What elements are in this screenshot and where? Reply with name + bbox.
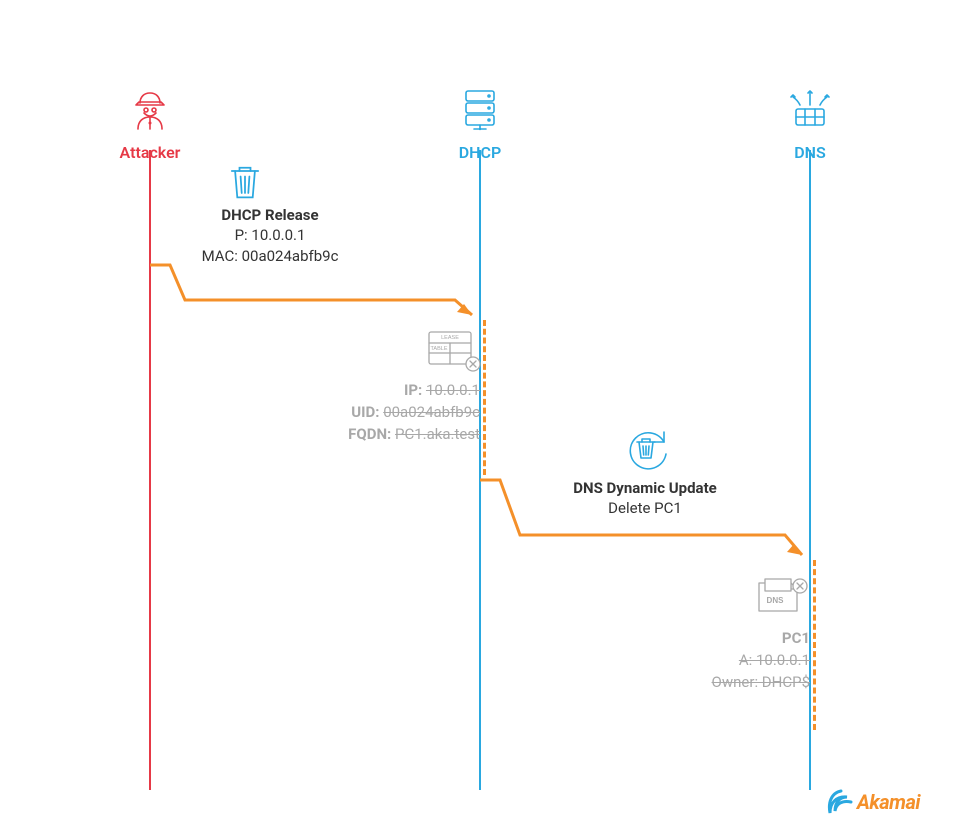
svg-text:LEASE: LEASE bbox=[441, 335, 459, 341]
dns-record-name: PC1 bbox=[650, 628, 810, 650]
server-icon bbox=[456, 85, 504, 133]
activation-dhcp bbox=[483, 320, 486, 475]
lease-ip: IP: 10.0.0.1 bbox=[290, 380, 480, 402]
akamai-wave-icon bbox=[827, 789, 855, 815]
arrow-dhcp-to-dns bbox=[480, 475, 820, 565]
lifeline-dhcp bbox=[479, 150, 481, 790]
msg-dhcp-release-title: DHCP Release bbox=[170, 205, 370, 225]
msg-dhcp-release: DHCP Release P: 10.0.0.1 MAC: 00a024abfb… bbox=[170, 205, 370, 266]
lease-fqdn: FQDN: PC1.aka.test bbox=[290, 424, 480, 446]
lease-table-block: IP: 10.0.0.1 UID: 00a024abfb9c FQDN: PC1… bbox=[290, 380, 480, 445]
arrow-attacker-to-dhcp bbox=[150, 260, 490, 320]
dns-icon bbox=[786, 85, 834, 133]
akamai-logo-text: Akamai bbox=[857, 790, 920, 814]
lifeline-attacker bbox=[149, 150, 151, 790]
attacker-icon bbox=[126, 85, 174, 133]
activation-dns bbox=[813, 560, 816, 730]
lease-uid: UID: 00a024abfb9c bbox=[290, 402, 480, 424]
svg-text:DNS: DNS bbox=[767, 596, 785, 605]
svg-text:TABLE: TABLE bbox=[430, 346, 447, 352]
trash-icon bbox=[223, 160, 267, 204]
dns-record-block: PC1 A: 10.0.0.1 Owner: DHCP$ bbox=[650, 628, 810, 693]
akamai-logo: Akamai bbox=[827, 789, 920, 815]
refresh-trash-icon bbox=[618, 420, 674, 476]
dns-record-icon: DNS bbox=[753, 575, 809, 619]
dns-record-owner: Owner: DHCP$ bbox=[650, 672, 810, 694]
msg-dhcp-release-ip: P: 10.0.0.1 bbox=[170, 225, 370, 245]
lease-table-icon: LEASE TABLE bbox=[427, 330, 481, 372]
dns-record-a: A: 10.0.0.1 bbox=[650, 650, 810, 672]
lifeline-dns bbox=[809, 150, 811, 790]
